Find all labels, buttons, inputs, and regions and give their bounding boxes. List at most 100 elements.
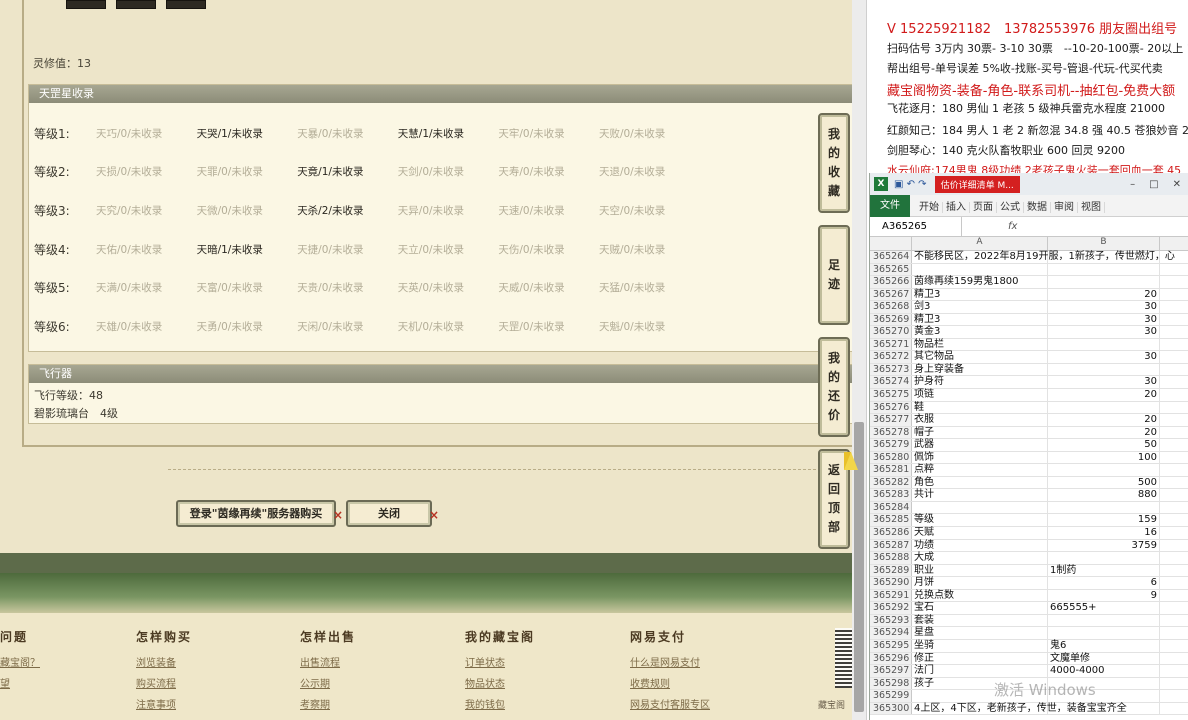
footer-link[interactable]: 物品状态 [465,675,535,690]
row-number[interactable]: 365293 [870,614,912,627]
cell-b[interactable]: 500 [1048,476,1160,489]
row-number[interactable]: 365284 [870,501,912,514]
cell-b[interactable] [1048,702,1160,715]
cell-b[interactable]: 30 [1048,326,1160,338]
footer-link[interactable]: 公示期 [300,675,356,690]
cell-a[interactable]: 套装 [912,614,1048,627]
cell-a[interactable]: 护身符 [912,376,1048,389]
row-number[interactable]: 365285 [870,514,912,527]
minimize-icon[interactable]: – [1130,179,1135,190]
quick-access-icons[interactable]: ▣ ↶ ↷ [894,179,927,190]
cell-b[interactable] [1048,627,1160,639]
footer-link[interactable]: 网易支付客服专区 [630,696,710,711]
cell-a[interactable]: 大成 [912,552,1048,564]
ribbon-tab[interactable]: 审阅 [1051,202,1078,213]
row-number[interactable]: 365295 [870,639,912,652]
cell-b[interactable]: 30 [1048,351,1160,363]
row-number[interactable]: 365278 [870,426,912,439]
cell-b[interactable]: 30 [1048,301,1160,313]
footer-link[interactable]: 购买流程 [136,675,192,690]
row-number[interactable]: 365271 [870,338,912,351]
side-nav-counteroffer[interactable]: 我的还价 [818,337,850,437]
cell-b[interactable] [1048,251,1160,263]
footer-link[interactable]: 什么是网易支付 [630,654,710,669]
cell-b[interactable]: 鬼6 [1048,639,1160,652]
row-number[interactable]: 365275 [870,389,912,401]
corner-cell[interactable] [870,237,912,250]
row-number[interactable]: 365267 [870,288,912,301]
footer-link[interactable]: 我的钱包 [465,696,535,711]
cell-b[interactable] [1048,552,1160,564]
row-number[interactable]: 365286 [870,527,912,539]
footer-link[interactable]: 浏览装备 [136,654,192,669]
cell-a[interactable]: 功绩 [912,539,1048,552]
cell-b[interactable] [1048,276,1160,288]
footer-link[interactable]: 订单状态 [465,654,535,669]
cell-b[interactable]: 3759 [1048,539,1160,552]
cell-a[interactable]: 黄金3 [912,326,1048,338]
row-number[interactable]: 365282 [870,476,912,489]
row-number[interactable]: 365277 [870,414,912,426]
cell-b[interactable] [1048,263,1160,276]
footer-link[interactable]: 藏宝阁？ [0,654,40,669]
cell-b[interactable]: 6 [1048,577,1160,589]
cell-a[interactable]: 茵缘再续159男鬼1800 [912,276,1048,288]
cell-b[interactable]: 16 [1048,527,1160,539]
footer-link[interactable]: 出售流程 [300,654,356,669]
cell-a[interactable]: 帽子 [912,426,1048,439]
row-number[interactable]: 365279 [870,439,912,451]
row-number[interactable]: 365264 [870,251,912,263]
ribbon-tab[interactable]: 开始 [916,202,943,213]
cell-b[interactable]: 20 [1048,288,1160,301]
cell-a[interactable] [912,263,1048,276]
maximize-icon[interactable]: □ [1149,179,1158,190]
cell-b[interactable]: 159 [1048,514,1160,527]
cell-a[interactable] [912,501,1048,514]
ribbon-tab[interactable]: 页面 [970,202,997,213]
row-number[interactable]: 365299 [870,690,912,702]
cell-a[interactable]: 角色 [912,476,1048,489]
row-number[interactable]: 365292 [870,602,912,614]
row-number[interactable]: 365265 [870,263,912,276]
close-icon[interactable]: ✕ [1173,179,1181,190]
row-number[interactable]: 365289 [870,564,912,577]
cell-b[interactable]: 50 [1048,439,1160,451]
cell-a[interactable]: 4上区，4下区，老新孩子，传世，装备宝宝齐全 [912,702,1127,715]
cell-b[interactable]: 20 [1048,426,1160,439]
col-header-a[interactable]: A [912,237,1048,250]
cell-a[interactable]: 宝石 [912,602,1048,614]
cell-a[interactable]: 法门 [912,665,1048,677]
cell-a[interactable]: 精卫3 [912,288,1048,301]
cell-a[interactable]: 佩饰 [912,451,1048,464]
row-number[interactable]: 365272 [870,351,912,363]
cell-a[interactable]: 坐骑 [912,639,1048,652]
cell-a[interactable]: 其它物品 [912,351,1048,363]
cell-a[interactable]: 职业 [912,564,1048,577]
row-number[interactable]: 365268 [870,301,912,313]
cell-b[interactable]: 4000-4000 [1048,665,1160,677]
row-number[interactable]: 365269 [870,313,912,326]
footer-link[interactable]: 考察期 [300,696,356,711]
side-nav-favorites[interactable]: 我的收藏 [818,113,850,213]
cell-b[interactable]: 880 [1048,489,1160,501]
cell-a[interactable]: 点粹 [912,464,1048,476]
cell-b[interactable]: 30 [1048,376,1160,389]
col-header-b[interactable]: B [1048,237,1160,250]
name-box[interactable]: A365265 [870,216,962,237]
fx-icon[interactable]: fx [1008,221,1017,232]
cell-a[interactable]: 武器 [912,439,1048,451]
footer-link[interactable]: 望 [0,675,40,690]
cell-a[interactable]: 不能移民区，2022年8月19开服，1新孩子，传世燃灯，心 [912,251,1175,263]
row-number[interactable]: 365296 [870,652,912,665]
cell-a[interactable]: 等级 [912,514,1048,527]
cell-a[interactable]: 修正 [912,652,1048,665]
cell-b[interactable] [1048,464,1160,476]
ribbon-tab[interactable]: 公式 [997,202,1024,213]
cell-a[interactable]: 精卫3 [912,313,1048,326]
cell-b[interactable] [1048,501,1160,514]
cell-b[interactable]: 30 [1048,313,1160,326]
cell-a[interactable]: 兑换点数 [912,589,1048,602]
cell-a[interactable]: 衣服 [912,414,1048,426]
cell-b[interactable] [1048,401,1160,414]
row-number[interactable]: 365274 [870,376,912,389]
